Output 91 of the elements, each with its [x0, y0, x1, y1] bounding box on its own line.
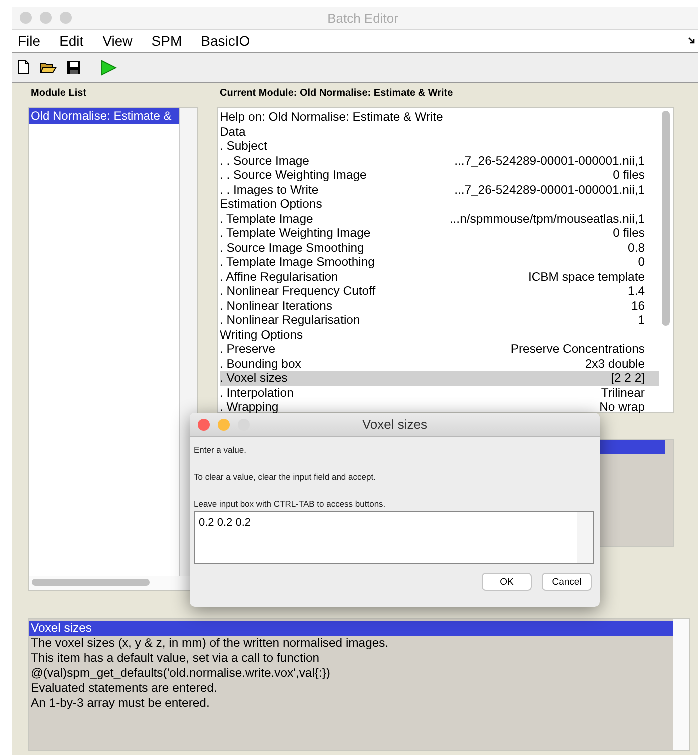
row-label: . Subject — [220, 139, 268, 154]
scrollbar-thumb[interactable] — [662, 111, 670, 326]
zoom-button[interactable] — [60, 12, 72, 24]
module-row[interactable]: Help on: Old Normalise: Estimate & Write — [220, 110, 659, 124]
new-file-icon[interactable] — [18, 60, 30, 75]
row-value: 0 files — [613, 168, 645, 182]
cancel-button[interactable]: Cancel — [542, 573, 592, 591]
row-label: . Source Image Smoothing — [220, 240, 364, 255]
close-button[interactable] — [198, 418, 210, 430]
row-label: Estimation Options — [220, 197, 322, 212]
window-title: Batch Editor — [326, 10, 400, 26]
module-row[interactable]: . Wrapping No wrap — [220, 400, 659, 414]
row-label: . . Images to Write — [220, 182, 319, 197]
module-row[interactable]: . . Source Weighting Image 0 files — [220, 168, 659, 182]
module-row[interactable]: Data — [220, 124, 659, 139]
module-row[interactable]: . Affine Regularisation ICBM space template — [220, 270, 659, 284]
module-row[interactable]: . Template Image ...n/spmmouse/tpm/mouseatlas.nii,1 — [220, 212, 659, 226]
row-value: 0 files — [613, 226, 645, 240]
module-row[interactable]: . Voxel sizes [2 2 2] — [220, 371, 659, 386]
row-label: . Template Weighting Image — [220, 226, 371, 240]
row-label: . Affine Regularisation — [220, 270, 338, 284]
row-label: . Wrapping — [220, 400, 279, 414]
row-label: . . Source Weighting Image — [220, 168, 367, 182]
row-label: . Bounding box — [220, 356, 302, 371]
module-row[interactable]: . Interpolation Trilinear — [220, 386, 659, 400]
module-row[interactable]: . Preserve Preserve Concentrations — [220, 342, 659, 356]
save-icon[interactable] — [67, 60, 81, 74]
menu-item[interactable]: Edit — [60, 33, 84, 49]
module-row[interactable]: . . Source Image ...7_26-524289-00001-000001.nii,1 — [220, 154, 659, 168]
play-icon[interactable] — [101, 60, 117, 76]
dialog-title: Voxel sizes — [361, 417, 429, 432]
module-row[interactable]: . Template Weighting Image 0 files — [220, 226, 659, 240]
close-button[interactable] — [20, 12, 32, 24]
help-line: Evaluated statements are entered. — [30, 681, 218, 696]
row-label: Data — [220, 124, 246, 139]
row-label: . Template Image Smoothing — [220, 255, 375, 270]
row-value: 1 — [638, 313, 645, 328]
row-label: Help on: Old Normalise: Estimate & Write — [220, 110, 444, 124]
module-row[interactable]: . . Images to Write ...7_26-524289-00001-000001.nii,1 — [220, 182, 659, 197]
minimize-button[interactable] — [40, 12, 52, 24]
row-value: ...7_26-524289-00001-000001.nii,1 — [454, 154, 645, 168]
module-row[interactable]: Estimation Options — [220, 197, 659, 212]
row-value: Preserve Concentrations — [510, 342, 645, 356]
module-item[interactable]: Old Normalise: Estimate & — [29, 108, 179, 124]
ok-button[interactable]: OK — [482, 573, 532, 591]
resize-arrow-icon[interactable] — [688, 37, 696, 45]
row-value: 0 — [638, 255, 645, 270]
minimize-button[interactable] — [218, 418, 230, 430]
row-value: 2x3 double — [585, 356, 645, 371]
help-line: An 1-by-3 array must be entered. — [30, 696, 211, 711]
row-label: . Interpolation — [220, 386, 294, 400]
module-row[interactable]: Writing Options — [220, 328, 659, 342]
row-value: Trilinear — [601, 386, 645, 400]
help-line: The voxel sizes (x, y & z, in mm) of the written normalised images. — [30, 636, 390, 651]
module-row[interactable]: . Bounding box 2x3 double — [220, 356, 659, 371]
menu-item[interactable]: BasicIO — [201, 33, 250, 49]
row-value: No wrap — [600, 400, 645, 414]
row-value: 0.8 — [628, 240, 645, 255]
row-label: . Voxel sizes — [220, 371, 288, 386]
row-value: ...7_26-524289-00001-000001.nii,1 — [454, 182, 645, 197]
row-label: . . Source Image — [220, 154, 310, 168]
input-field[interactable]: 0.2 0.2 0.2 — [194, 511, 594, 564]
row-label: . Preserve — [220, 342, 276, 356]
row-label: . Template Image — [220, 212, 314, 226]
menu-item[interactable]: File — [18, 33, 41, 49]
row-value: ...n/spmmouse/tpm/mouseatlas.nii,1 — [450, 212, 645, 226]
dialog-message: Leave input box with CTRL-TAB to access buttons. — [194, 499, 387, 510]
row-value: 1.4 — [628, 284, 645, 298]
menu-item[interactable]: View — [102, 33, 133, 49]
menu-item[interactable]: SPM — [152, 33, 182, 49]
row-value: 16 — [631, 298, 645, 313]
module-row[interactable]: . Subject — [220, 139, 659, 154]
row-label: Writing Options — [220, 328, 304, 342]
panel-heading: Current Module: Old Normalise: Estimate & Write — [219, 87, 454, 101]
open-folder-icon[interactable] — [40, 60, 57, 74]
module-row[interactable]: . Nonlinear Frequency Cutoff 1.4 — [220, 284, 659, 298]
row-value: [2 2 2] — [611, 371, 645, 386]
row-label: . Nonlinear Iterations — [220, 298, 332, 313]
module-row[interactable]: . Nonlinear Regularisation 1 — [220, 313, 659, 328]
row-value: ICBM space template — [528, 270, 645, 284]
help-line: This item has a default value, set via a call to function — [30, 651, 321, 666]
scrollbar-thumb[interactable] — [32, 579, 150, 586]
row-label: . Nonlinear Frequency Cutoff — [220, 284, 376, 298]
row-label: . Nonlinear Regularisation — [220, 313, 360, 328]
panel-heading: Module List — [30, 87, 88, 101]
dialog-message: Enter a value. — [194, 445, 248, 456]
module-row[interactable]: . Source Image Smoothing 0.8 — [220, 240, 659, 255]
help-line: @(val)spm_get_defaults('old.normalise.write.vox',val{:}) — [30, 666, 332, 681]
dialog-message: To clear a value, clear the input field and accept. — [194, 472, 377, 483]
module-row[interactable]: . Template Image Smoothing 0 — [220, 255, 659, 270]
module-row[interactable]: . Nonlinear Iterations 16 — [220, 298, 659, 313]
